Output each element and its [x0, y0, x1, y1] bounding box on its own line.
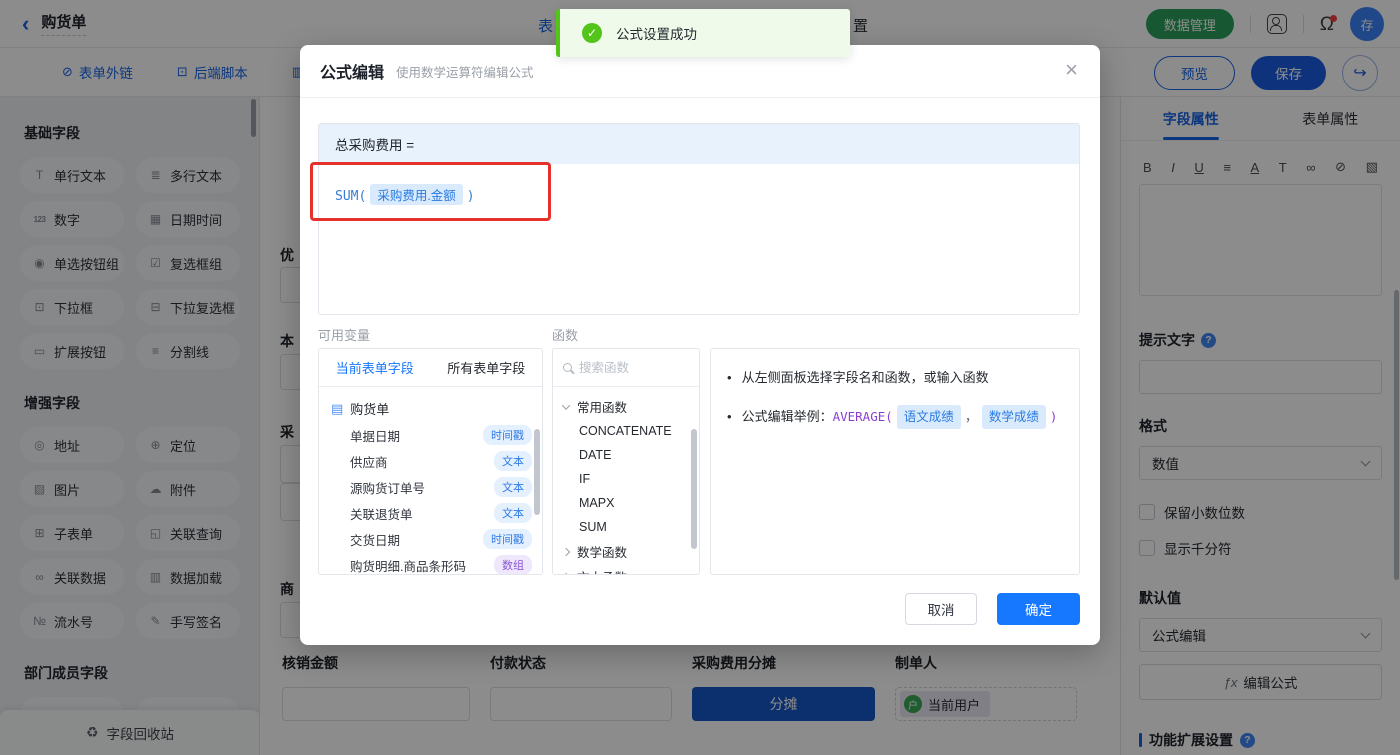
toast-message: 公式设置成功 — [616, 23, 697, 43]
variable-type-badge: 文本 — [494, 503, 532, 523]
variable-type-badge: 数组 — [494, 555, 532, 575]
function-group-label: 文本函数 — [577, 567, 627, 575]
function-item[interactable]: SUM — [553, 515, 699, 539]
variable-name: 购货明细.商品条形码 — [350, 556, 466, 575]
tab-current-form-fields[interactable]: 当前表单字段 — [319, 349, 431, 386]
variable-type-badge: 时间戳 — [483, 425, 532, 445]
variables-panel: 当前表单字段 所有表单字段 ▤ 购货单 单据日期时间戳供应商文本源购货订单号文本… — [318, 348, 543, 575]
function-item[interactable]: IF — [553, 467, 699, 491]
functions-panel: 常用函数 CONCATENATEDATEIFMAPXSUM 数学函数文本函数 — [552, 348, 700, 575]
confirm-button[interactable]: 确定 — [997, 593, 1080, 625]
search-icon — [563, 363, 572, 372]
variable-name: 关联退货单 — [350, 504, 413, 523]
formula-editor[interactable]: 总采购费用 = SUM( 采购费用.金额) — [318, 123, 1080, 315]
function-group[interactable]: 常用函数 — [553, 394, 699, 419]
variable-name: 源购货订单号 — [350, 478, 425, 497]
variable-type-badge: 文本 — [494, 477, 532, 497]
help-example-prefix: 公式编辑举例： — [742, 406, 833, 428]
tab-all-form-fields[interactable]: 所有表单字段 — [431, 349, 543, 386]
formula-help-panel: 从左侧面板选择字段名和函数，或输入函数 公式编辑举例： AVERAGE( 语文成… — [710, 348, 1080, 575]
formula-edit-modal: 公式编辑 使用数学运算符编辑公式 × 总采购费用 = SUM(采购费用.金额) … — [300, 45, 1100, 645]
success-toast: ✓ 公式设置成功 — [556, 9, 850, 57]
example-separator: ， — [965, 406, 978, 428]
function-search — [553, 349, 699, 387]
chevron-right-icon — [562, 547, 570, 555]
function-group[interactable]: 文本函数 — [553, 564, 699, 575]
variables-root-label: 购货单 — [350, 399, 389, 418]
function-group[interactable]: 数学函数 — [553, 539, 699, 564]
cancel-button[interactable]: 取消 — [905, 593, 977, 625]
function-item[interactable]: MAPX — [553, 491, 699, 515]
variable-row[interactable]: 单据日期 时间戳 — [319, 422, 542, 448]
function-group-label: 数学函数 — [577, 542, 627, 561]
variables-root[interactable]: ▤ 购货单 — [319, 395, 542, 422]
variable-name: 交货日期 — [350, 530, 400, 549]
function-search-input[interactable] — [579, 361, 679, 375]
variable-row[interactable]: 购货明细.商品条形码 数组 — [319, 552, 542, 575]
function-group-label: 常用函数 — [577, 397, 627, 416]
formula-target: 总采购费用 = — [319, 124, 1079, 164]
chevron-right-icon — [562, 572, 570, 575]
modal-subtitle: 使用数学运算符编辑公式 — [396, 62, 534, 81]
help-line-1: 从左侧面板选择字段名和函数，或输入函数 — [727, 367, 1063, 389]
variables-scrollbar[interactable] — [534, 429, 540, 515]
variable-row[interactable]: 关联退货单 文本 — [319, 500, 542, 526]
example-fn-open: AVERAGE( — [833, 406, 893, 428]
variable-type-badge: 时间戳 — [483, 529, 532, 549]
example-field-chip: 数学成绩 — [982, 405, 1046, 429]
function-item[interactable]: CONCATENATE — [553, 419, 699, 443]
functions-label: 函数 — [552, 325, 578, 344]
variable-type-badge: 文本 — [494, 451, 532, 471]
functions-scrollbar[interactable] — [691, 429, 697, 549]
function-item[interactable]: DATE — [553, 443, 699, 467]
formula-fn-open: SUM( — [335, 189, 366, 204]
formula-field-chip[interactable]: 采购费用.金额 — [370, 184, 462, 205]
variable-name: 单据日期 — [350, 426, 400, 445]
example-fn-close: ) — [1050, 406, 1058, 428]
variables-label: 可用变量 — [318, 325, 370, 344]
example-field-chip: 语文成绩 — [897, 405, 961, 429]
help-line-2: 公式编辑举例： AVERAGE( 语文成绩 ， 数学成绩 ) — [727, 405, 1063, 429]
variable-row[interactable]: 供应商 文本 — [319, 448, 542, 474]
close-icon[interactable]: × — [1065, 59, 1078, 81]
variable-name: 供应商 — [350, 452, 388, 471]
variable-row[interactable]: 交货日期 时间戳 — [319, 526, 542, 552]
variable-row[interactable]: 源购货订单号 文本 — [319, 474, 542, 500]
chevron-down-icon — [562, 401, 570, 409]
form-doc-icon: ▤ — [331, 401, 343, 417]
help-text-1: 从左侧面板选择字段名和函数，或输入函数 — [742, 367, 989, 389]
success-check-icon: ✓ — [582, 23, 602, 43]
formula-fn-close: ) — [467, 189, 475, 204]
modal-title: 公式编辑 — [320, 59, 384, 83]
